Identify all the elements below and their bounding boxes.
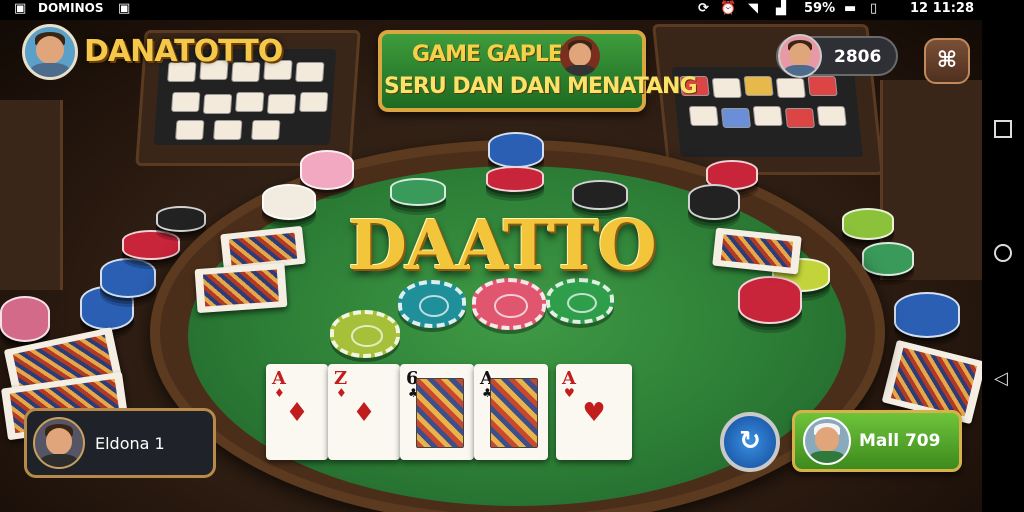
refresh-button[interactable]: ↻ bbox=[720, 412, 780, 472]
chip-stack bbox=[0, 296, 50, 342]
mall-button[interactable]: Mall 709 bbox=[792, 410, 962, 472]
battery-icon: ▬ bbox=[844, 1, 857, 16]
game-title: DANATOTTO bbox=[84, 34, 283, 69]
data-icon: ▯ bbox=[870, 1, 878, 16]
chip-stack bbox=[300, 150, 354, 190]
refresh-icon: ↻ bbox=[739, 426, 761, 456]
table-center-logo: DAATTO bbox=[348, 206, 657, 286]
player-panel[interactable]: Eldona 1 bbox=[24, 408, 216, 478]
promo-banner[interactable]: GAME GAPLE SERU DAN DAN MENATANG bbox=[378, 30, 698, 112]
chip-stack bbox=[486, 166, 544, 192]
chip-stack bbox=[862, 242, 914, 276]
coin-balance[interactable]: 2806 bbox=[776, 34, 898, 78]
card-center-suit-icon: ♥ bbox=[582, 398, 606, 428]
banner-character-avatar bbox=[560, 36, 600, 76]
left-wall-shelf bbox=[0, 100, 63, 290]
menu-button[interactable]: ⌘ bbox=[924, 38, 970, 84]
chip bbox=[330, 310, 400, 358]
chip-stack bbox=[488, 132, 544, 168]
card-center-suit-icon: ♦ bbox=[352, 398, 376, 428]
gallery-icon: ▣ bbox=[118, 1, 131, 16]
chip-stack bbox=[100, 258, 156, 298]
chip bbox=[398, 280, 466, 328]
chip-stack bbox=[122, 230, 180, 260]
hand-card[interactable]: A ♦ ♦ bbox=[266, 364, 328, 460]
chip-stack bbox=[738, 276, 802, 324]
chip-stack bbox=[156, 206, 206, 232]
card-face-art bbox=[416, 378, 464, 448]
home-button[interactable] bbox=[994, 244, 1012, 262]
app-notification-icon: ▣ bbox=[14, 1, 27, 16]
status-app-name: DOMINOS bbox=[38, 1, 104, 15]
hand-card[interactable]: 6 ♣ bbox=[400, 364, 474, 460]
card-center-suit-icon: ♦ bbox=[285, 398, 309, 428]
chip-stack bbox=[262, 184, 316, 220]
battery-percent: 59% bbox=[804, 1, 836, 16]
player-avatar bbox=[33, 417, 85, 469]
mall-avatar bbox=[803, 417, 851, 465]
right-card-display bbox=[671, 67, 864, 157]
banner-line-2: SERU DAN DAN MENATANG bbox=[384, 74, 698, 99]
chip-stack bbox=[894, 292, 960, 338]
card-face-art bbox=[490, 378, 538, 448]
coin-count: 2806 bbox=[834, 47, 882, 67]
chip-stack bbox=[390, 178, 446, 206]
android-nav-bar: ◁ bbox=[982, 20, 1024, 512]
user-avatar[interactable] bbox=[22, 24, 78, 80]
back-button[interactable]: ◁ bbox=[994, 370, 1012, 388]
menu-icon: ⌘ bbox=[936, 48, 958, 73]
sync-icon: ⟳ bbox=[698, 1, 709, 16]
mall-button-label: Mall 709 bbox=[859, 431, 941, 451]
recent-apps-button[interactable] bbox=[994, 120, 1012, 138]
chip-stack bbox=[688, 184, 740, 220]
wifi-icon: ◥ bbox=[748, 1, 758, 16]
status-time: 12 11:28 bbox=[910, 1, 974, 16]
table-card bbox=[194, 262, 288, 314]
opponent-avatar bbox=[778, 34, 822, 78]
hand-card[interactable]: A ♥ ♥ bbox=[556, 364, 632, 460]
game-scene: DAATTO A ♦ ♦ Z ♦ ♦ 6 ♣ A ♣ A ♥ ♥ DANATOTTO GAME GAPL… bbox=[0, 20, 982, 512]
player-name: Eldona 1 bbox=[95, 434, 165, 453]
signal-icon: ▟ bbox=[776, 1, 786, 16]
hand-card[interactable]: Z ♦ ♦ bbox=[328, 364, 400, 460]
status-bar: ▣ DOMINOS ▣ ⟳ ⏰ ◥ ▟ 59% ▬ ▯ 12 11:28 bbox=[0, 0, 1024, 20]
hand-card[interactable]: A ♣ bbox=[474, 364, 548, 460]
chip-stack bbox=[842, 208, 894, 240]
banner-line-1: GAME GAPLE bbox=[412, 42, 563, 67]
alarm-icon: ⏰ bbox=[720, 1, 737, 16]
